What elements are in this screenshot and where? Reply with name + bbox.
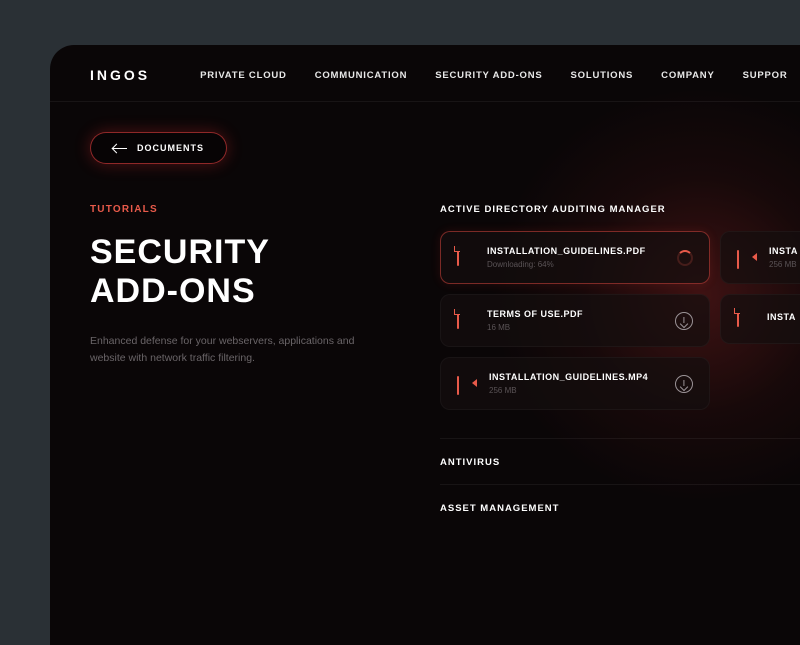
page-content: DOCUMENTS TUTORIALS SECURITY ADD-ONS Enh…: [50, 102, 800, 560]
brand-logo[interactable]: INGOS: [90, 67, 150, 83]
file-meta: 256 MB: [769, 260, 798, 269]
video-icon: [737, 251, 755, 265]
file-name: INSTALLATION_GUIDELINES.MP4: [489, 372, 675, 382]
page-title: SECURITY ADD-ONS: [90, 233, 400, 311]
nav-solutions[interactable]: SOLUTIONS: [571, 70, 634, 81]
file-card-group: INSTALLATION_GUIDELINES.PDF Downloading:…: [440, 231, 800, 410]
spinner-icon: [677, 250, 693, 266]
video-icon: [457, 377, 475, 391]
file-card[interactable]: INSTA 256 MB: [720, 231, 800, 284]
file-meta: 256 MB: [489, 386, 675, 395]
file-card-text: INSTALLATION_GUIDELINES.PDF Downloading:…: [487, 246, 677, 269]
file-card-text: INSTALLATION_GUIDELINES.MP4 256 MB: [489, 372, 675, 395]
file-name: INSTALLATION_GUIDELINES.PDF: [487, 246, 677, 256]
file-card-text: INSTA: [767, 312, 798, 326]
top-bar: INGOS PRIVATE CLOUD COMMUNICATION SECURI…: [50, 45, 800, 102]
back-button-label: DOCUMENTS: [137, 143, 204, 153]
file-icon: [457, 311, 473, 331]
file-column-b: INSTA 256 MB INSTA: [720, 231, 800, 410]
nav-support[interactable]: SUPPOR: [743, 70, 788, 81]
nav-private-cloud[interactable]: PRIVATE CLOUD: [200, 70, 287, 81]
file-meta: Downloading: 64%: [487, 260, 677, 269]
file-name: INSTA: [769, 246, 798, 256]
file-card-text: INSTA 256 MB: [769, 246, 798, 269]
nav-security-addons[interactable]: SECURITY ADD-ONS: [435, 70, 542, 81]
nav-company[interactable]: COMPANY: [661, 70, 714, 81]
file-card[interactable]: INSTA: [720, 294, 800, 344]
file-name: INSTA: [767, 312, 798, 322]
file-column-a: INSTALLATION_GUIDELINES.PDF Downloading:…: [440, 231, 710, 410]
left-column: TUTORIALS SECURITY ADD-ONS Enhanced defe…: [90, 204, 400, 530]
title-line-2: ADD-ONS: [90, 272, 256, 310]
section-active-directory[interactable]: ACTIVE DIRECTORY AUDITING MANAGER: [440, 204, 800, 215]
section-asset-management[interactable]: ASSET MANAGEMENT: [440, 484, 800, 514]
file-meta: 16 MB: [487, 323, 675, 332]
file-card[interactable]: INSTALLATION_GUIDELINES.MP4 256 MB: [440, 357, 710, 410]
section-antivirus[interactable]: ANTIVIRUS: [440, 438, 800, 468]
file-card-text: TERMS OF USE.PDF 16 MB: [487, 309, 675, 332]
file-icon: [457, 248, 473, 268]
arrow-left-icon: [113, 148, 127, 149]
file-card[interactable]: INSTALLATION_GUIDELINES.PDF Downloading:…: [440, 231, 710, 284]
eyebrow-label: TUTORIALS: [90, 204, 400, 215]
app-window: INGOS PRIVATE CLOUD COMMUNICATION SECURI…: [50, 45, 800, 645]
title-line-1: SECURITY: [90, 233, 270, 271]
main-nav: PRIVATE CLOUD COMMUNICATION SECURITY ADD…: [200, 70, 787, 81]
file-name: TERMS OF USE.PDF: [487, 309, 675, 319]
file-card[interactable]: TERMS OF USE.PDF 16 MB: [440, 294, 710, 347]
columns: TUTORIALS SECURITY ADD-ONS Enhanced defe…: [90, 204, 790, 530]
download-icon[interactable]: [675, 375, 693, 393]
back-button[interactable]: DOCUMENTS: [90, 132, 227, 164]
file-icon: [737, 309, 753, 329]
download-icon[interactable]: [675, 312, 693, 330]
nav-communication[interactable]: COMMUNICATION: [315, 70, 408, 81]
right-column: ACTIVE DIRECTORY AUDITING MANAGER INSTAL…: [440, 204, 800, 530]
page-description: Enhanced defense for your webservers, ap…: [90, 333, 370, 367]
